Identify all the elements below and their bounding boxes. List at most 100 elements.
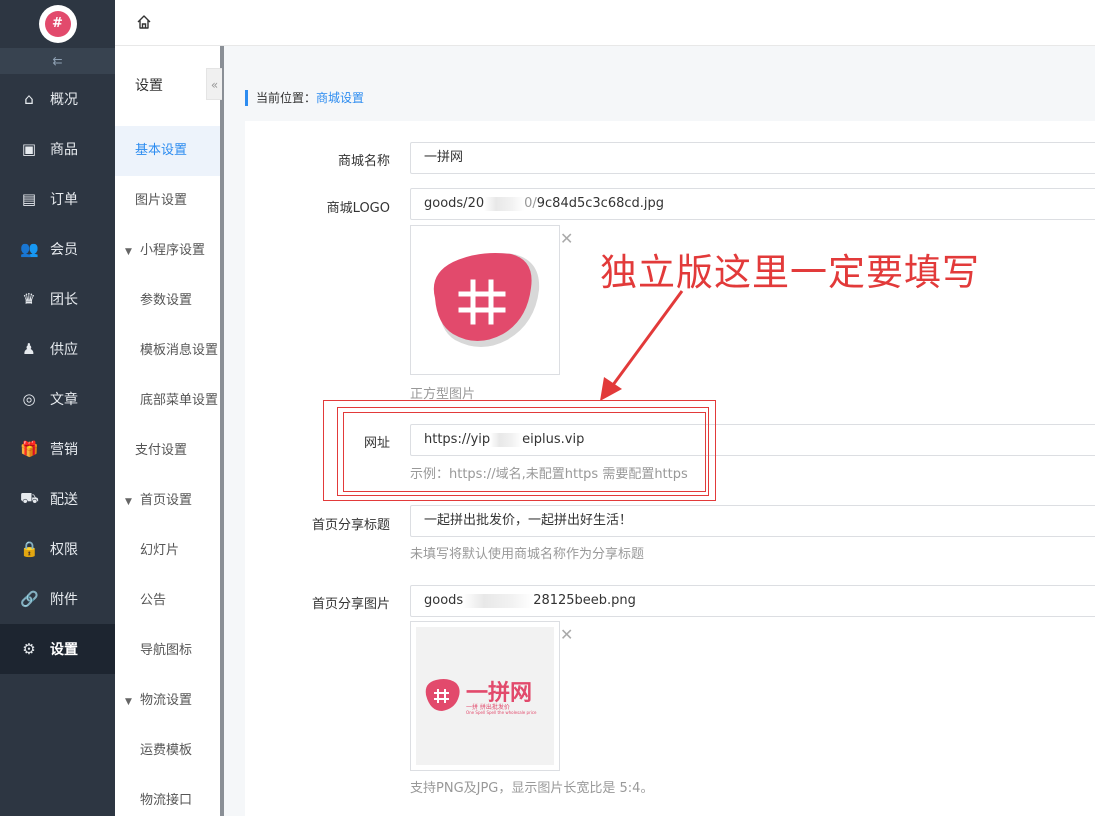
submenu-item-3[interactable]: 参数设置 [115,276,222,326]
sidebar-item-label: 概况 [50,92,78,108]
caret-down-icon: ▼ [125,497,132,507]
sidebar-item-2[interactable]: ▤ 订单 [0,174,115,224]
share-title-input[interactable]: 一起拼出批发价，一起拼出好生活！ [410,505,1095,537]
share-title-value: 一起拼出批发价，一起拼出好生活！ [424,513,633,528]
breadcrumb-prefix: 当前位置： [256,91,317,105]
sidebar-item-5[interactable]: ♟ 供应 [0,324,115,374]
redacted-segment [484,196,525,211]
document-icon: ▤ [21,190,37,208]
submenu-list: 基本设置图片设置 ▼ 小程序设置参数设置模板消息设置 底部菜单设置支付设置 ▼ 首页设置幻… [115,126,222,816]
share-image-value-end: 28125beeb.png [533,593,636,608]
link-icon: 🔗 [20,590,39,608]
submenu-item-4[interactable]: 模板消息设置 [115,326,222,376]
annotation-box-inner [343,412,706,492]
submenu-item-label: 物流设置 [140,693,193,708]
sidebar-item-label: 团长 [50,292,78,308]
submenu-item-2[interactable]: ▼ 小程序设置 [115,226,222,276]
sidebar-item-label: 权限 [50,542,78,558]
shop-name-value: 一拼网 [424,150,464,165]
sidebar-item-1[interactable]: ▣ 商品 [0,124,115,174]
shop-name-label: 商城名称 [337,154,390,169]
submenu-item-5[interactable]: 底部菜单设置 [115,376,222,426]
share-title-label: 首页分享标题 [311,518,390,533]
sidebar-item-label: 商品 [50,142,78,158]
sidebar-item-label: 营销 [50,442,78,458]
submenu-item-10[interactable]: 导航图标 [115,626,222,676]
main-sidebar: # ⇇ ⌂ 概况 ▣ 商品 ▤ 订单 👥 会员 ♛ 团长 ♟ 供应 ◎ 文章 🎁 营销 ⛟ 配送 🔒 权限 🔗 附件 ⚙ 设置 [0,0,115,816]
shop-name-input[interactable]: 一拼网 [410,142,1095,174]
submenu-item-label: 参数设置 [140,293,193,308]
share-image-preview[interactable]: 一拼网 一拼 拼出批发价 One Spell Spell the wholesa… [410,621,560,771]
submenu-item-7[interactable]: ▼ 首页设置 [115,476,222,526]
submenu-item-9[interactable]: 公告 [115,576,222,626]
home-icon[interactable] [135,13,153,31]
shop-logo-value-end: 9c84d5c3c68cd.jpg [536,196,665,211]
compass-icon: ◎ [22,390,36,408]
submenu-item-6[interactable]: 支付设置 [115,426,222,476]
sidebar-item-3[interactable]: 👥 会员 [0,224,115,274]
shop-logo-input[interactable]: goods/20 0/9c84d5c3c68cd.jpg [410,188,1095,220]
submenu-item-label: 模板消息设置 [140,343,219,358]
logo-glyph: # [44,11,71,37]
submenu-item-label: 运费模板 [140,743,193,758]
sidebar-item-7[interactable]: 🎁 营销 [0,424,115,474]
sidebar-item-label: 设置 [50,642,78,658]
caret-down-icon: ▼ [125,247,132,257]
shop-logo-preview[interactable] [410,225,560,375]
share-image-input[interactable]: goods 28125beeb.png [410,585,1095,617]
sidebar-item-label: 订单 [50,192,78,208]
share-image-slogan-en: One Spell Spell the wholesale price [466,710,537,715]
shop-logo-label: 商城LOGO [326,201,390,216]
submenu-item-label: 幻灯片 [140,543,180,558]
gift-icon: 🎁 [20,440,39,458]
submenu-item-8[interactable]: 幻灯片 [115,526,222,576]
breadcrumb: 当前位置：商城设置 [245,90,364,106]
submenu-item-label: 物流接口 [140,793,193,808]
annotation-arrow [600,290,684,401]
submenu-item-1[interactable]: 图片设置 [115,176,222,226]
breadcrumb-current[interactable]: 商城设置 [316,91,364,105]
sidebar-item-10[interactable]: 🔗 附件 [0,574,115,624]
sidebar-logo-area: # [0,0,115,48]
sidebar-item-6[interactable]: ◎ 文章 [0,374,115,424]
lock-icon: 🔒 [20,540,39,558]
sidebar-item-label: 供应 [50,342,78,358]
submenu-item-label: 底部菜单设置 [140,393,219,408]
share-title-hint: 未填写将默认使用商城名称作为分享标题 [410,547,645,562]
sidebar-item-label: 附件 [50,592,78,608]
submenu-item-13[interactable]: 物流接口 [115,776,222,816]
sidebar-item-8[interactable]: ⛟ 配送 [0,474,115,524]
sidebar-item-0[interactable]: ⌂ 概况 [0,74,115,124]
sidebar-item-label: 配送 [50,492,78,508]
submenu-fold-button[interactable]: « [206,68,222,100]
remove-share-image-icon[interactable]: ✕ [560,627,573,643]
top-bar [115,0,1095,46]
sidebar-item-9[interactable]: 🔒 权限 [0,524,115,574]
gear-icon: ⚙ [22,640,36,658]
redacted-segment [463,593,534,608]
supplier-icon: ♟ [22,340,36,358]
bag-icon: ▣ [21,140,37,158]
share-image-label: 首页分享图片 [311,597,390,612]
settings-submenu: 设置 基本设置 图片设置 ▼ 小程序设置 参数设置 模板消息设置 底部菜单设置 支付设置 ▼ 首页… [115,46,222,816]
shop-logo-value-start: goods/20 [424,196,485,211]
sidebar-nav-list: ⌂ 概况 ▣ 商品 ▤ 订单 👥 会员 ♛ 团长 ♟ 供应 ◎ 文章 🎁 营销 ⛟ 配送 🔒 权限 🔗 附件 ⚙ 设置 [0,74,115,674]
submenu-item-label: 支付设置 [135,443,188,458]
share-image-hint: 支持PNG及JPG，显示图片长宽比是 5:4。 [410,781,654,796]
submenu-item-label: 首页设置 [140,493,193,508]
logo-preview-image [433,253,540,347]
share-image-logo [425,679,460,711]
submenu-item-label: 基本设置 [135,143,188,158]
app-logo[interactable]: # [38,5,77,43]
sidebar-item-4[interactable]: ♛ 团长 [0,274,115,324]
app-root: # ⇇ ⌂ 概况 ▣ 商品 ▤ 订单 👥 会员 ♛ 团长 ♟ 供应 ◎ 文章 🎁 营销 ⛟ 配送 🔒 权限 🔗 附件 ⚙ 设置… [0,0,1095,816]
remove-logo-icon[interactable]: ✕ [560,231,573,247]
submenu-item-label: 图片设置 [135,193,188,208]
share-image-canvas: 一拼网 一拼 拼出批发价 One Spell Spell the wholesa… [416,627,554,765]
submenu-item-12[interactable]: 运费模板 [115,726,222,776]
submenu-item-0[interactable]: 基本设置 [115,126,222,176]
sidebar-item-11[interactable]: ⚙ 设置 [0,624,115,674]
sidebar-collapse-toggle[interactable]: ⇇ [0,48,115,74]
submenu-item-label: 导航图标 [140,643,193,658]
submenu-item-11[interactable]: ▼ 物流设置 [115,676,222,726]
